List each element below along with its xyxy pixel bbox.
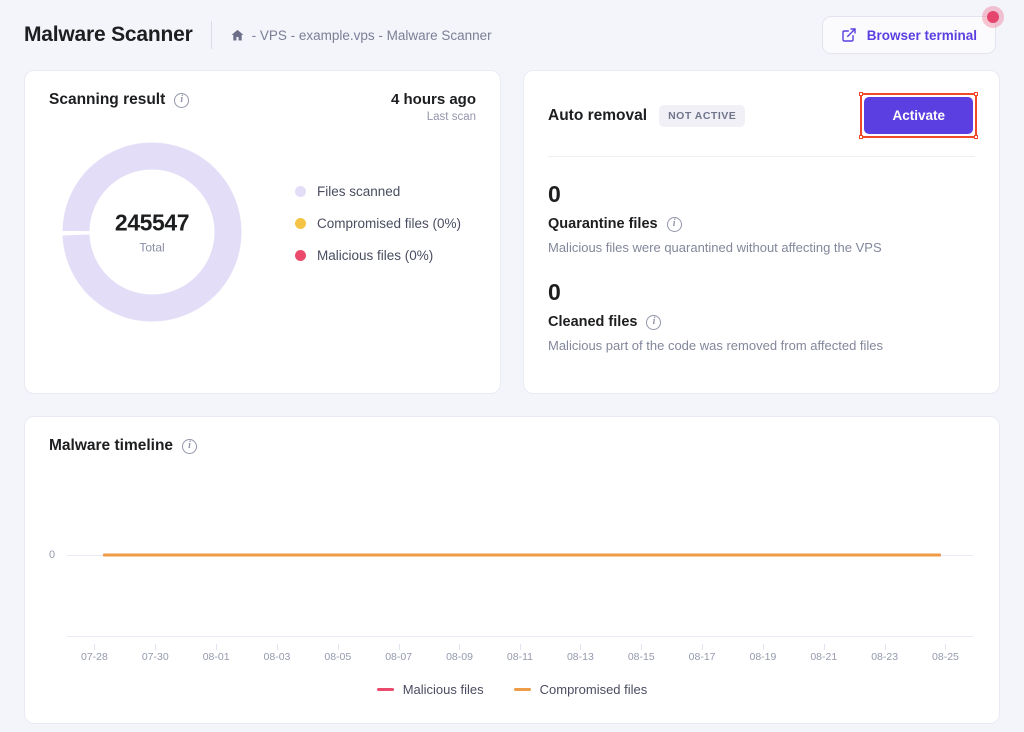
legend-marker-malicious-files [377, 688, 394, 691]
donut-total-label: Total [61, 241, 243, 255]
quarantine-files-label-group: Quarantine files i [548, 216, 975, 232]
x-tick: 08-07 [385, 651, 412, 663]
cleaned-files-description: Malicious part of the code was removed f… [548, 338, 975, 353]
scanning-result-info-icon[interactable]: i [174, 93, 189, 108]
legend-item: Malicious files (0%) [295, 248, 461, 263]
quarantine-files-block: 0 Quarantine files i Malicious files wer… [524, 157, 999, 255]
activate-button[interactable]: Activate [864, 97, 973, 134]
x-tick: 07-30 [142, 651, 169, 663]
external-link-icon [841, 27, 857, 43]
cleaned-files-info-icon[interactable]: i [646, 315, 661, 330]
scanning-result-card: Scanning result i 4 hours ago Last scan … [24, 70, 501, 394]
x-tick: 08-19 [750, 651, 777, 663]
legend-label: Compromised files (0%) [317, 216, 461, 231]
x-tick: 08-17 [689, 651, 716, 663]
x-tick: 08-21 [810, 651, 837, 663]
x-tick: 08-13 [567, 651, 594, 663]
quarantine-files-info-icon[interactable]: i [667, 217, 682, 232]
breadcrumb-text: - VPS - example.vps - Malware Scanner [252, 28, 492, 43]
x-tick: 08-03 [264, 651, 291, 663]
x-tick: 08-25 [932, 651, 959, 663]
auto-removal-card: Auto removal NOT ACTIVE Activate 0 Quara… [523, 70, 1000, 394]
donut-center-label: 245547 Total [61, 210, 243, 255]
x-tick: 07-28 [81, 651, 108, 663]
malware-timeline-info-icon[interactable]: i [182, 439, 197, 454]
scanning-result-header: Scanning result i 4 hours ago Last scan [25, 71, 500, 123]
last-scan-label: Last scan [391, 111, 476, 123]
x-tick: 08-05 [324, 651, 351, 663]
quarantine-files-label: Quarantine files [548, 216, 658, 232]
legend-dot-files-scanned [295, 186, 306, 197]
page-title: Malware Scanner [24, 23, 193, 47]
legend-marker-compromised-files [514, 688, 531, 691]
x-axis-line [67, 636, 973, 637]
legend-label: Compromised files [540, 682, 648, 697]
last-scan-value: 4 hours ago [391, 91, 476, 108]
cards-row: Scanning result i 4 hours ago Last scan … [0, 70, 1024, 394]
scan-donut-chart: 245547 Total [61, 141, 243, 323]
quarantine-files-description: Malicious files were quarantined without… [548, 240, 975, 255]
x-tick: 08-01 [203, 651, 230, 663]
timeline-legend-item[interactable]: Compromised files [514, 682, 648, 697]
malware-timeline-card: Malware timeline i 0 07-28 07-30 08-01 0… [24, 416, 1000, 724]
x-axis-ticks: 07-28 07-30 08-01 08-03 08-05 08-07 08-0… [67, 651, 973, 663]
status-badge: NOT ACTIVE [659, 105, 745, 127]
timeline-legend-item[interactable]: Malicious files [377, 682, 484, 697]
legend-item: Compromised files (0%) [295, 216, 461, 231]
breadcrumb[interactable]: - VPS - example.vps - Malware Scanner [230, 28, 492, 43]
legend-item: Files scanned [295, 184, 461, 199]
malware-timeline-title-group: Malware timeline i [25, 417, 999, 455]
legend-label: Malicious files [403, 682, 484, 697]
legend-dot-compromised-files [295, 218, 306, 229]
scanning-result-title: Scanning result [49, 91, 165, 109]
legend-label: Files scanned [317, 184, 400, 199]
top-header: Malware Scanner - VPS - example.vps - Ma… [0, 0, 1024, 70]
malware-timeline-title: Malware timeline [49, 437, 173, 455]
auto-removal-title-group: Auto removal NOT ACTIVE [548, 105, 745, 127]
series-line-compromised-files [103, 554, 941, 557]
timeline-plot-area: 0 07-28 07-30 08-01 08-03 08-05 08-07 08… [67, 473, 973, 637]
timeline-legend: Malicious files Compromised files [25, 682, 999, 697]
cleaned-files-value: 0 [548, 279, 975, 306]
donut-total-value: 245547 [61, 210, 243, 237]
x-tick: 08-15 [628, 651, 655, 663]
browser-terminal-button[interactable]: Browser terminal [822, 16, 996, 54]
cleaned-files-block: 0 Cleaned files i Malicious part of the … [524, 255, 999, 353]
legend-label: Malicious files (0%) [317, 248, 433, 263]
last-scan-group: 4 hours ago Last scan [391, 91, 476, 123]
auto-removal-title: Auto removal [548, 107, 647, 125]
quarantine-files-value: 0 [548, 181, 975, 208]
x-tick: 08-11 [507, 651, 533, 663]
home-icon[interactable] [230, 28, 245, 43]
activate-button-wrapper: Activate [860, 93, 977, 138]
cleaned-files-label: Cleaned files [548, 314, 637, 330]
y-axis-tick-0: 0 [49, 549, 55, 561]
scanning-result-title-group: Scanning result i [49, 91, 189, 109]
auto-removal-header: Auto removal NOT ACTIVE Activate [524, 71, 999, 138]
donut-section: 245547 Total Files scanned Compromised f… [25, 123, 500, 323]
x-tick: 08-09 [446, 651, 473, 663]
browser-terminal-label: Browser terminal [867, 28, 977, 43]
cleaned-files-label-group: Cleaned files i [548, 314, 975, 330]
legend-dot-malicious-files [295, 250, 306, 261]
x-tick: 08-23 [871, 651, 898, 663]
donut-legend: Files scanned Compromised files (0%) Mal… [295, 184, 461, 280]
title-divider [211, 21, 212, 49]
